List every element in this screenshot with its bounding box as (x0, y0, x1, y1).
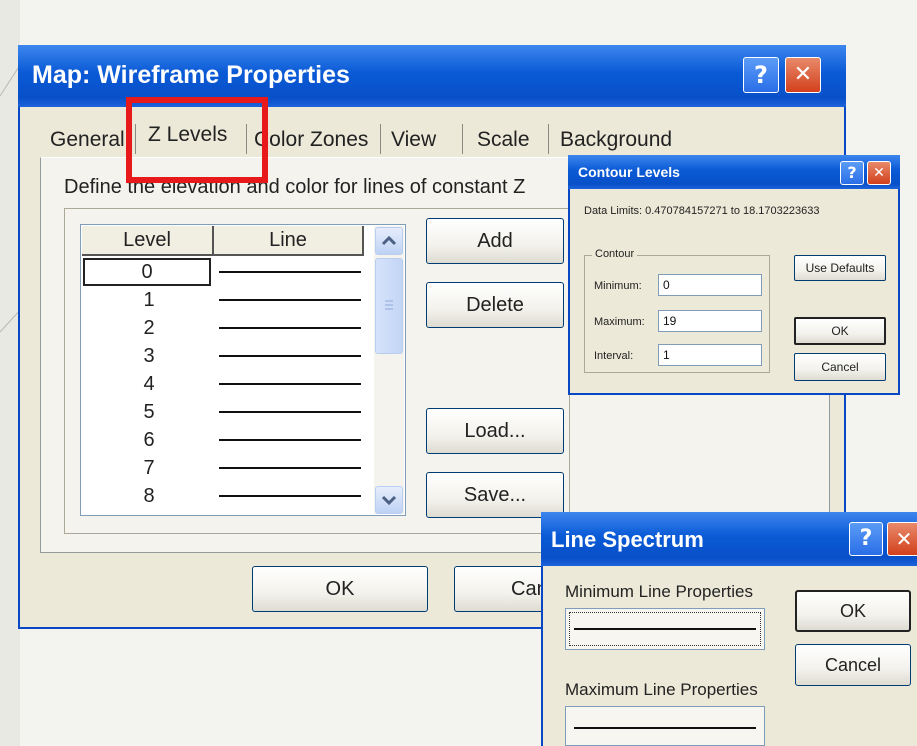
close-icon[interactable]: ✕ (887, 522, 917, 556)
scroll-up-icon[interactable] (375, 227, 403, 255)
dialog-title: Map: Wireframe Properties (32, 61, 350, 89)
line-sample (219, 411, 361, 413)
level-value: 8 (143, 485, 155, 507)
list-item[interactable]: 6 (83, 426, 363, 454)
column-header-line[interactable]: Line (214, 226, 364, 256)
tab-view[interactable]: View (391, 121, 436, 159)
contour-cancel-button[interactable]: Cancel (794, 353, 886, 381)
list-item[interactable]: 4 (83, 370, 363, 398)
level-value: 0 (83, 258, 211, 286)
tab-color-zones[interactable]: Color Zones (254, 121, 368, 159)
z-levels-highlight (126, 97, 268, 183)
level-value: 3 (143, 345, 155, 367)
line-sample (219, 439, 361, 441)
list-item[interactable]: 1 (83, 286, 363, 314)
spectrum-cancel-button[interactable]: Cancel (795, 644, 911, 686)
load-button[interactable]: Load... (426, 408, 564, 454)
tab-divider (380, 124, 381, 154)
tab-scale[interactable]: Scale (477, 121, 530, 159)
line-sample (219, 271, 361, 273)
scroll-thumb[interactable] (375, 258, 403, 354)
line-sample (219, 355, 361, 357)
max-line-stroke (574, 727, 756, 729)
list-item[interactable]: 7 (83, 454, 363, 482)
close-icon[interactable]: ✕ (785, 57, 821, 93)
tab-background[interactable]: Background (560, 121, 672, 159)
max-line-sample[interactable] (565, 706, 765, 746)
level-value: 5 (143, 401, 155, 423)
list-item[interactable]: 5 (83, 398, 363, 426)
close-icon[interactable]: ✕ (867, 161, 891, 185)
level-value: 6 (143, 429, 155, 451)
level-value: 1 (143, 289, 155, 311)
min-line-stroke (574, 628, 756, 630)
contour-ok-button[interactable]: OK (794, 317, 886, 345)
contour-group-label: Contour (592, 248, 638, 260)
min-line-label: Minimum Line Properties (565, 582, 754, 601)
line-spectrum-dialog: Line Spectrum ? ✕ Minimum Line Propertie… (541, 512, 917, 746)
add-button[interactable]: Add (426, 218, 564, 264)
delete-button[interactable]: Delete (426, 282, 564, 328)
tab-general[interactable]: General (50, 121, 125, 159)
level-value: 4 (143, 373, 155, 395)
use-defaults-button[interactable]: Use Defaults (794, 255, 886, 281)
help-icon[interactable]: ? (743, 57, 779, 93)
minimum-label: Minimum: (594, 280, 642, 292)
maximum-field[interactable]: 19 (658, 310, 762, 332)
scroll-thumb-grip-icon (385, 300, 393, 310)
minimum-field[interactable]: 0 (658, 274, 762, 296)
line-sample (219, 383, 361, 385)
maximum-label: Maximum: (594, 316, 645, 328)
line-sample (219, 467, 361, 469)
interval-label: Interval: (594, 350, 634, 362)
list-item[interactable]: 2 (83, 314, 363, 342)
contour-levels-dialog: Contour Levels ? ✕ Data Limits: 0.470784… (568, 155, 900, 395)
level-value: 2 (143, 317, 155, 339)
list-item[interactable]: 3 (83, 342, 363, 370)
line-sample (219, 299, 361, 301)
help-icon[interactable]: ? (849, 522, 883, 556)
spectrum-dialog-title: Line Spectrum (551, 527, 704, 552)
column-header-level[interactable]: Level (82, 226, 214, 256)
spectrum-ok-button[interactable]: OK (795, 590, 911, 632)
line-sample (219, 495, 361, 497)
data-limits-text: Data Limits: 0.470784157271 to 18.170322… (584, 205, 820, 217)
max-line-label: Maximum Line Properties (565, 680, 758, 699)
interval-field[interactable]: 1 (658, 344, 762, 366)
ok-button[interactable]: OK (252, 566, 428, 612)
contour-title-bar[interactable]: Contour Levels ? ✕ (568, 155, 900, 189)
list-item[interactable]: 0 (83, 258, 363, 286)
tab-divider (462, 124, 463, 154)
level-value: 7 (143, 457, 155, 479)
spectrum-title-bar[interactable]: Line Spectrum ? ✕ (541, 512, 917, 566)
help-icon[interactable]: ? (840, 161, 864, 185)
scroll-down-icon[interactable] (375, 486, 403, 514)
tab-divider (548, 124, 549, 154)
list-item[interactable]: 8 (83, 482, 363, 510)
line-sample (219, 327, 361, 329)
contour-dialog-title: Contour Levels (578, 164, 680, 180)
min-line-sample[interactable] (565, 608, 765, 650)
